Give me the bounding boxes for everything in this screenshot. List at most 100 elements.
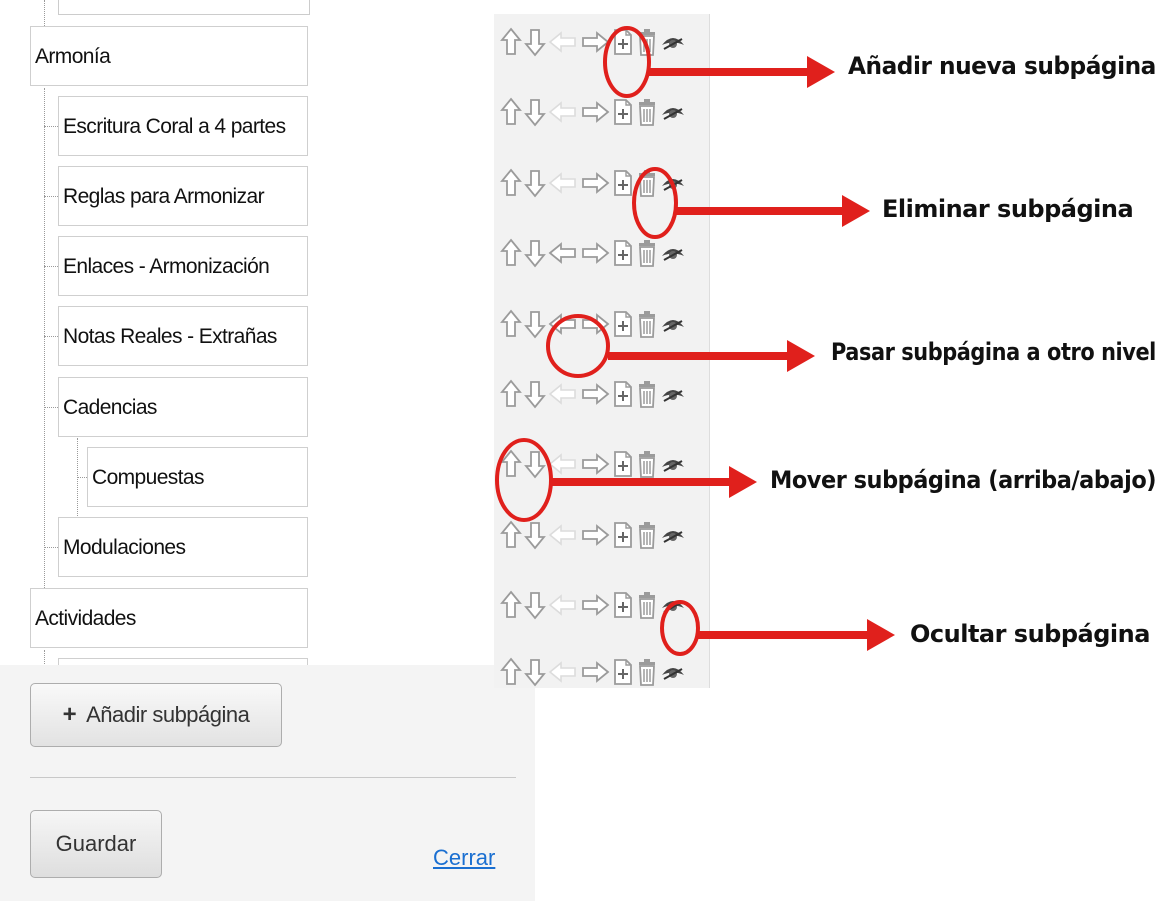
eye-icon[interactable] — [660, 242, 686, 269]
arrow-up-icon[interactable] — [500, 520, 522, 555]
add-page-icon[interactable] — [612, 521, 634, 554]
footer-panel: + Añadir subpágina Guardar Cerrar — [0, 665, 535, 901]
eye-icon[interactable] — [660, 172, 686, 199]
arrow-right-icon[interactable] — [580, 171, 610, 199]
arrow-right-icon[interactable] — [580, 241, 610, 269]
eye-icon[interactable] — [660, 31, 686, 58]
arrow-up-icon[interactable] — [500, 590, 522, 625]
arrow-right-icon[interactable] — [580, 660, 610, 688]
add-page-icon[interactable] — [612, 658, 634, 689]
arrow-up-icon[interactable] — [500, 168, 522, 203]
tree-node-notas-reales-extranas[interactable]: Notas Reales - Extrañas — [58, 306, 308, 366]
arrow-right-icon[interactable] — [580, 312, 610, 340]
arrow-down-icon[interactable] — [524, 590, 546, 625]
add-page-icon[interactable] — [612, 310, 634, 343]
tree-connector — [44, 126, 58, 127]
add-page-icon[interactable] — [612, 239, 634, 272]
arrow-down-icon[interactable] — [524, 309, 546, 344]
arrow-right-icon[interactable] — [580, 523, 610, 551]
arrow-right-icon[interactable] — [580, 100, 610, 128]
trash-icon[interactable] — [636, 657, 658, 689]
subpage-icon-row — [500, 517, 688, 557]
arrow-down-icon[interactable] — [524, 379, 546, 414]
eye-icon[interactable] — [660, 661, 686, 688]
add-page-icon[interactable] — [612, 591, 634, 624]
callout-move-up-down: Mover subpágina (arriba/abajo) — [770, 466, 1157, 494]
arrow-down-icon[interactable] — [524, 657, 546, 689]
tree-node-label: Compuestas — [92, 466, 204, 489]
tree-node-label: Cadencias — [63, 396, 157, 419]
arrow-up-icon[interactable] — [500, 238, 522, 273]
arrow-right-icon[interactable] — [580, 382, 610, 410]
save-button[interactable]: Guardar — [30, 810, 162, 878]
eye-icon[interactable] — [660, 594, 686, 621]
arrow-up-icon[interactable] — [500, 379, 522, 414]
tree-node-partial[interactable] — [58, 658, 308, 665]
trash-icon[interactable] — [636, 238, 658, 273]
tree-node-cadencias[interactable]: Cadencias — [58, 377, 308, 437]
tree-node-enlaces-armonizacion[interactable]: Enlaces - Armonización — [58, 236, 308, 296]
arrow-up-icon[interactable] — [500, 97, 522, 132]
callout-move-level: Pasar subpágina a otro nivel — [831, 338, 1156, 366]
eye-icon[interactable] — [660, 101, 686, 128]
add-subpage-button[interactable]: + Añadir subpágina — [30, 683, 282, 747]
add-subpage-label: Añadir subpágina — [86, 702, 250, 727]
subpage-icon-row — [500, 94, 688, 134]
arrow-down-icon[interactable] — [524, 168, 546, 203]
eye-icon[interactable] — [660, 313, 686, 340]
trash-icon[interactable] — [636, 590, 658, 625]
trash-icon[interactable] — [636, 520, 658, 555]
trash-icon[interactable] — [636, 168, 658, 203]
trash-icon[interactable] — [636, 27, 658, 62]
callout-arrow-add-page-head — [807, 56, 835, 88]
tree-connector — [44, 266, 58, 267]
tree-node-modulaciones[interactable]: Modulaciones — [58, 517, 308, 577]
arrow-right-icon[interactable] — [580, 593, 610, 621]
tree-node-label: Notas Reales - Extrañas — [63, 325, 277, 348]
arrow-right-icon[interactable] — [580, 452, 610, 480]
arrow-down-icon[interactable] — [524, 520, 546, 555]
eye-icon[interactable] — [660, 453, 686, 480]
add-page-icon[interactable] — [612, 169, 634, 202]
arrow-up-icon[interactable] — [500, 657, 522, 689]
add-page-icon[interactable] — [612, 98, 634, 131]
arrow-up-icon[interactable] — [500, 309, 522, 344]
tree-node-label: Enlaces - Armonización — [63, 255, 270, 278]
callout-arrow-trash-head — [842, 195, 870, 227]
eye-icon[interactable] — [660, 383, 686, 410]
trash-icon[interactable] — [636, 449, 658, 484]
tree-node-partial[interactable] — [58, 0, 310, 15]
arrow-left-icon[interactable] — [548, 241, 578, 269]
tree-node-reglas-para-armonizar[interactable]: Reglas para Armonizar — [58, 166, 308, 226]
callout-arrow-up-down-head — [729, 466, 757, 498]
tree-node-escritura-coral-a-4-partes[interactable]: Escritura Coral a 4 partes — [58, 96, 308, 156]
tree-node-label: Actividades — [35, 607, 136, 630]
divider — [30, 777, 516, 778]
arrow-down-icon[interactable] — [524, 449, 546, 484]
tree-node-compuestas[interactable]: Compuestas — [87, 447, 308, 507]
subpage-icon-row — [500, 24, 688, 64]
tree-node-actividades[interactable]: Actividades — [30, 588, 308, 648]
add-page-icon[interactable] — [612, 450, 634, 483]
arrow-up-icon[interactable] — [500, 449, 522, 484]
callout-arrow-eye-head — [867, 619, 895, 651]
tree-node-armonia[interactable]: Armonía — [30, 26, 308, 86]
arrow-down-icon[interactable] — [524, 27, 546, 62]
subpage-icon-row — [500, 235, 688, 275]
add-page-icon[interactable] — [612, 28, 634, 61]
trash-icon[interactable] — [636, 379, 658, 414]
eye-icon[interactable] — [660, 524, 686, 551]
close-link[interactable]: Cerrar — [433, 845, 495, 871]
callout-arrow-left-right-head — [787, 340, 815, 372]
arrow-down-icon[interactable] — [524, 238, 546, 273]
arrow-right-icon[interactable] — [580, 30, 610, 58]
arrow-left-icon[interactable] — [548, 312, 578, 340]
arrow-down-icon[interactable] — [524, 97, 546, 132]
arrow-up-icon[interactable] — [500, 27, 522, 62]
subpage-icon-row — [500, 376, 688, 416]
trash-icon[interactable] — [636, 309, 658, 344]
add-page-icon[interactable] — [612, 380, 634, 413]
arrow-left-icon — [548, 452, 578, 480]
trash-icon[interactable] — [636, 97, 658, 132]
subpage-icon-row — [500, 446, 688, 486]
